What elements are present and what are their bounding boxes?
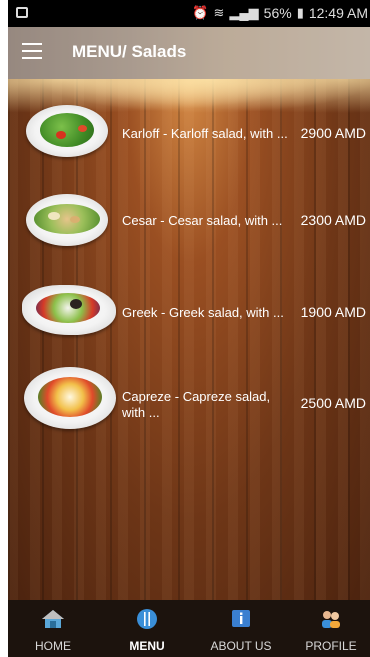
nav-profile[interactable]: PROFILE [286, 600, 370, 657]
item-name: Cesar - Cesar salad, with ... [122, 213, 283, 228]
nav-about-label: ABOUT US [210, 639, 272, 653]
item-price: 2500 AMD [300, 395, 366, 411]
nav-menu[interactable]: MENU [102, 600, 192, 657]
salad-list[interactable]: Karloff - Karloff salad, with ... 2900 A… [8, 79, 370, 600]
page-title: MENU/ Salads [72, 42, 187, 61]
item-name: Greek - Greek salad, with ... [122, 305, 284, 320]
salad-plate-image [26, 194, 108, 246]
status-bar: ⏰ ≋ ▂▄▆ 56% ▮ 12:49 AM [8, 0, 370, 27]
cutlery-icon [137, 609, 157, 629]
nav-menu-label: MENU [129, 639, 165, 653]
wifi-icon: ≋ [213, 5, 225, 20]
list-item[interactable]: Greek - Greek salad, with ... 1900 AMD [8, 271, 370, 351]
item-name: Capreze - Capreze salad, with ... [122, 389, 271, 420]
salad-plate-image [22, 285, 116, 335]
gallery-notification-icon [16, 7, 28, 18]
nav-about[interactable]: ABOUT US [196, 600, 286, 657]
users-icon [322, 611, 340, 628]
status-right: ⏰ ≋ ▂▄▆ 56% ▮ 12:49 AM [192, 5, 368, 21]
clock: 12:49 AM [308, 5, 368, 21]
home-icon [42, 610, 64, 628]
battery-percent: 56% [263, 5, 292, 21]
item-price: 1900 AMD [300, 304, 366, 320]
nav-profile-label: PROFILE [305, 639, 357, 653]
nav-home[interactable]: HOME [8, 600, 98, 657]
list-item[interactable]: Karloff - Karloff salad, with ... 2900 A… [8, 93, 370, 173]
alarm-icon: ⏰ [192, 5, 209, 20]
battery-icon: ▮ [296, 5, 304, 20]
bottom-navigation: HOME MENU ABOUT US PROFILE [8, 600, 370, 657]
salad-plate-image [26, 105, 108, 157]
app-frame: ⏰ ≋ ▂▄▆ 56% ▮ 12:49 AM MENU/ Salads Karl… [8, 0, 370, 657]
app-header: MENU/ Salads [8, 27, 370, 79]
info-icon [232, 610, 250, 627]
nav-home-label: HOME [35, 639, 71, 653]
list-item[interactable]: Capreze - Capreze salad, with ... 2500 A… [8, 359, 370, 439]
hamburger-menu-icon[interactable] [22, 43, 42, 59]
item-price: 2300 AMD [300, 212, 366, 228]
item-price: 2900 AMD [300, 125, 366, 141]
signal-icon: ▂▄▆ [229, 5, 259, 20]
item-name: Karloff - Karloff salad, with ... [122, 126, 288, 141]
list-item[interactable]: Cesar - Cesar salad, with ... 2300 AMD [8, 182, 370, 262]
salad-plate-image [24, 367, 116, 429]
